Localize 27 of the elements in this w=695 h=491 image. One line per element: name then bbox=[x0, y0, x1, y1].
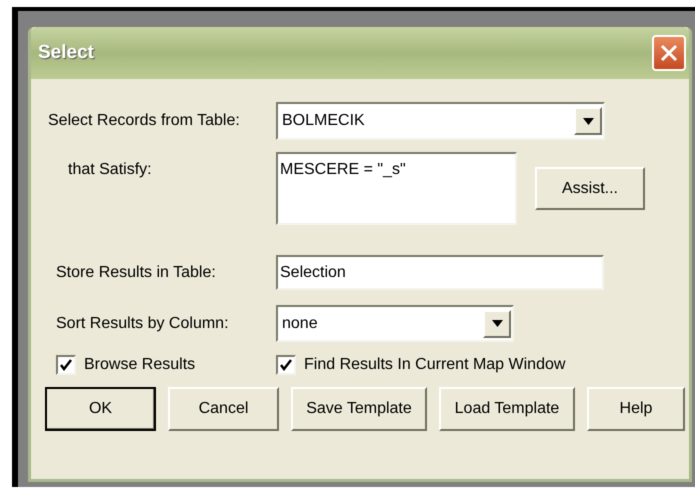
field-label: Store Results in Table: bbox=[55, 262, 217, 282]
field-label: Select Records from Table: bbox=[48, 111, 241, 131]
caret-icon bbox=[492, 320, 502, 327]
check-icon bbox=[60, 359, 72, 371]
field-label: Sort Results by Column: bbox=[55, 314, 230, 334]
checkbox-option[interactable]: Browse Results bbox=[48, 353, 276, 377]
checkbox[interactable] bbox=[56, 355, 76, 375]
dialog-button[interactable]: Save Template bbox=[291, 387, 427, 431]
assist-button[interactable]: Assist... bbox=[535, 167, 645, 210]
sort-dropdown[interactable]: none bbox=[276, 305, 514, 342]
check-icon bbox=[280, 359, 292, 371]
close-icon bbox=[660, 44, 678, 62]
dialog-button[interactable]: Cancel bbox=[168, 387, 279, 431]
checkbox-option[interactable]: Find Results In Current Map Window bbox=[276, 353, 566, 377]
close-button[interactable] bbox=[652, 35, 686, 71]
field-label: that Satisfy: bbox=[67, 160, 153, 180]
checkbox[interactable] bbox=[276, 355, 296, 375]
condition-field[interactable]: MESCERE = "_s" bbox=[276, 152, 517, 225]
table-dropdown[interactable]: BOLMECIK bbox=[276, 102, 605, 140]
window-title: Select bbox=[38, 40, 94, 65]
caret-icon bbox=[582, 118, 594, 124]
store-field[interactable]: Selection bbox=[276, 255, 604, 290]
dialog-button[interactable]: OK bbox=[45, 387, 156, 431]
dialog-button[interactable]: Load Template bbox=[439, 387, 575, 431]
dropdown-button[interactable] bbox=[574, 107, 602, 135]
dialog-button[interactable]: Help bbox=[587, 387, 685, 431]
dropdown-button[interactable] bbox=[483, 310, 511, 338]
